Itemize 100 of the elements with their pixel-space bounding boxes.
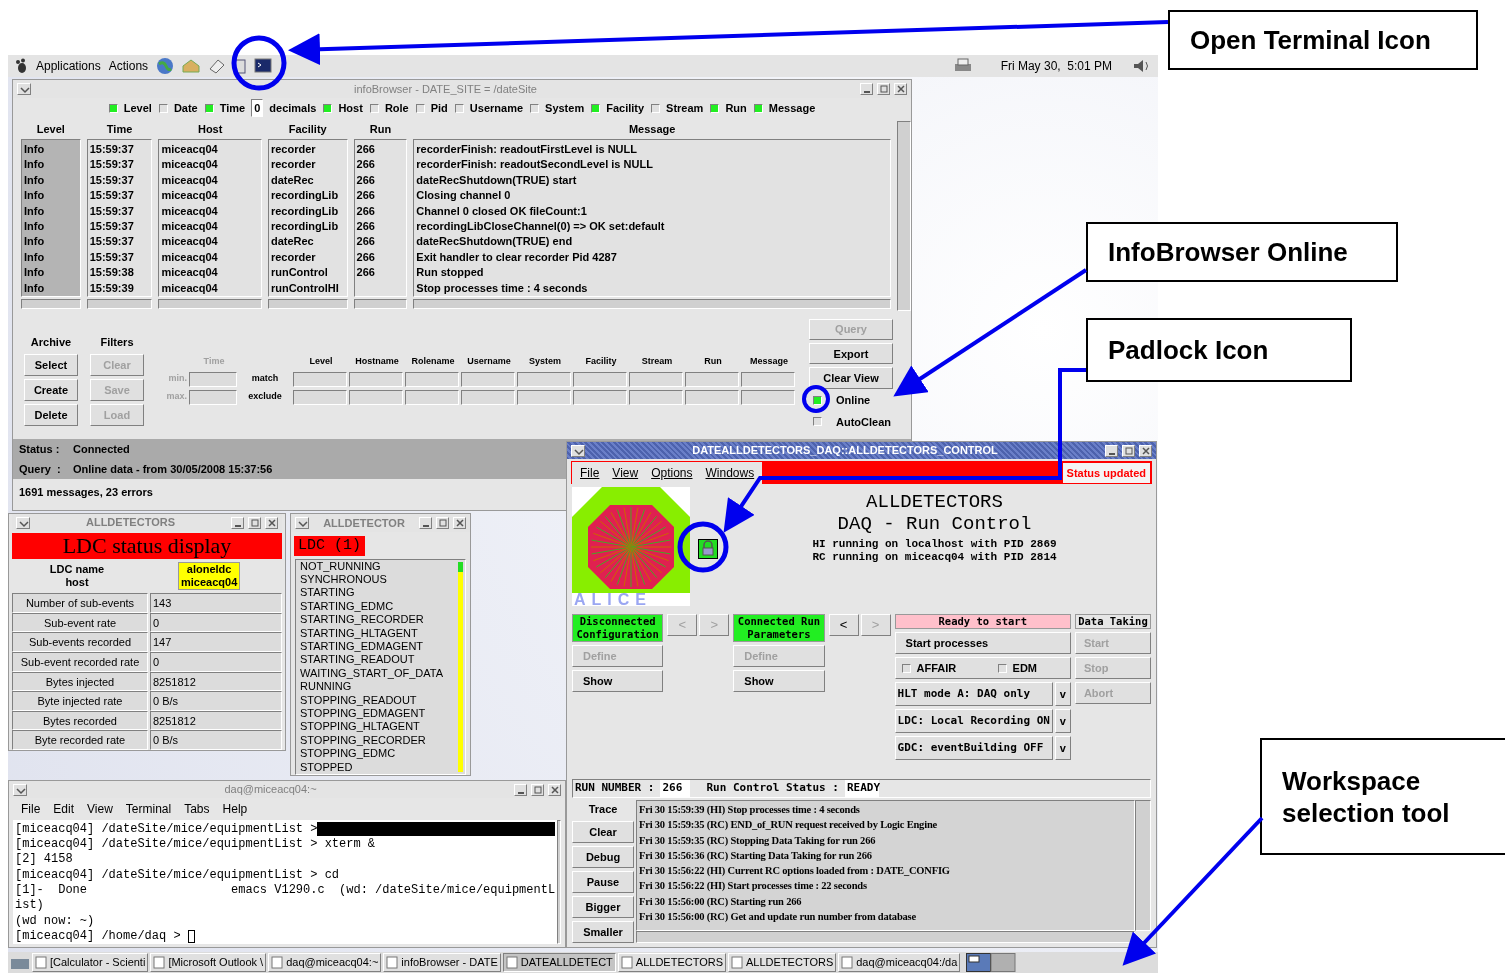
checkbox[interactable]	[158, 103, 168, 113]
button[interactable]: Clear	[572, 821, 634, 843]
decimals-field[interactable]: 0	[251, 98, 264, 118]
horizontal-scrollbar[interactable]	[353, 299, 408, 309]
input-field[interactable]	[517, 389, 571, 405]
menu-item[interactable]: File	[580, 463, 600, 482]
taskbar-button[interactable]: [Calculator - Scienti	[32, 953, 149, 972]
checkbox[interactable]	[204, 103, 214, 113]
minimize-icon[interactable]	[514, 783, 527, 796]
horizontal-scrollbar[interactable]	[21, 299, 81, 309]
menu-item[interactable]: Applications	[36, 57, 101, 75]
globe-icon[interactable]	[156, 57, 175, 75]
taskbar-button[interactable]: [Microsoft Outlook \	[150, 953, 267, 972]
checkbox[interactable]	[530, 103, 540, 113]
menu-item[interactable]: Terminal	[125, 800, 172, 818]
input-field[interactable]	[189, 371, 237, 387]
taskbar-button[interactable]: infoBrowser - DATE	[383, 953, 501, 972]
dropdown[interactable]: LDC: Local Recording ON	[894, 709, 1053, 734]
menu-item[interactable]: Tabs	[184, 800, 210, 818]
button[interactable]: Delete	[24, 404, 78, 426]
vertical-scrollbar[interactable]	[897, 121, 911, 311]
input-field[interactable]	[685, 389, 739, 405]
input-field[interactable]	[461, 371, 515, 387]
window-menu-icon[interactable]	[571, 444, 585, 457]
button[interactable]: Clear View	[809, 367, 893, 389]
input-field[interactable]	[629, 389, 683, 405]
taskbar-button[interactable]: DATEALLDETECT	[502, 953, 616, 972]
menu-item[interactable]: File	[21, 800, 41, 818]
input-field[interactable]	[629, 371, 683, 387]
menu-item[interactable]: View	[612, 463, 639, 482]
button[interactable]: Create	[24, 379, 78, 401]
taskbar-button[interactable]: ALLDETECTORS	[728, 953, 837, 972]
menu-item[interactable]: Options	[651, 463, 693, 482]
padlock-icon[interactable]	[698, 538, 718, 559]
checkbox[interactable]	[753, 103, 763, 113]
input-field[interactable]	[293, 371, 347, 387]
dropdown-button[interactable]: v	[1054, 736, 1071, 761]
checkbox[interactable]	[591, 103, 601, 113]
input-field[interactable]	[741, 371, 795, 387]
checkbox[interactable]	[108, 103, 118, 113]
menu-item[interactable]: Actions	[108, 57, 149, 75]
horizontal-scrollbar[interactable]	[86, 299, 153, 309]
column-header[interactable]: Level	[21, 121, 81, 139]
input-field[interactable]	[349, 389, 403, 405]
close-icon[interactable]	[453, 516, 466, 529]
vertical-scrollbar[interactable]	[1135, 800, 1151, 931]
input-field[interactable]	[189, 389, 237, 405]
minimize-icon[interactable]	[419, 516, 432, 529]
checkbox[interactable]	[454, 103, 464, 113]
maximize-icon[interactable]	[248, 516, 261, 529]
close-icon[interactable]	[1139, 444, 1152, 457]
input-field[interactable]	[461, 389, 515, 405]
button[interactable]: Pause	[572, 871, 634, 893]
minimize-icon[interactable]	[231, 516, 244, 529]
taskbar-button[interactable]: daq@miceacq04:~	[268, 953, 382, 972]
menu-item[interactable]: Windows	[705, 463, 755, 482]
button[interactable]: Bigger	[572, 896, 634, 918]
maximize-icon[interactable]	[1122, 444, 1135, 457]
taskbar-button[interactable]: ALLDETECTORS	[617, 953, 727, 972]
button[interactable]: Select	[24, 354, 78, 376]
maximize-icon[interactable]	[531, 783, 544, 796]
close-icon[interactable]	[894, 83, 907, 95]
menu-item[interactable]: View	[87, 800, 113, 818]
close-icon[interactable]	[265, 516, 278, 529]
column-header[interactable]: Run	[353, 121, 408, 139]
horizontal-scrollbar[interactable]	[267, 299, 348, 309]
input-field[interactable]	[405, 389, 459, 405]
horizontal-scrollbar[interactable]	[636, 931, 1135, 943]
workspace-switcher-icon[interactable]	[966, 953, 1017, 972]
dropdown[interactable]: GDC: eventBuilding OFF	[894, 736, 1053, 761]
button[interactable]: Export	[809, 343, 893, 365]
column-header[interactable]: Message	[413, 121, 892, 139]
dropdown-button[interactable]: v	[1054, 682, 1071, 707]
button[interactable]: Start processes	[894, 632, 1071, 655]
button[interactable]: Show	[572, 670, 664, 693]
dropdown[interactable]: HLT mode A: DAQ only	[894, 682, 1053, 707]
checkbox[interactable]	[813, 417, 822, 427]
foot-icon[interactable]	[14, 58, 28, 74]
horizontal-scrollbar[interactable]	[158, 299, 262, 309]
vertical-scrollbar[interactable]	[557, 819, 561, 944]
button[interactable]: Show	[733, 670, 825, 693]
close-icon[interactable]	[548, 783, 561, 796]
taskbar-button[interactable]: daq@miceacq04:/da	[838, 953, 961, 972]
checkbox[interactable]	[901, 663, 911, 673]
checkbox[interactable]	[369, 103, 379, 113]
window-menu-icon[interactable]	[16, 516, 30, 529]
horizontal-scrollbar[interactable]	[413, 299, 892, 309]
column-header[interactable]: Host	[158, 121, 262, 139]
button[interactable]: Debug	[572, 846, 634, 868]
button[interactable]: Smaller	[572, 921, 634, 943]
minimize-icon[interactable]	[1105, 444, 1118, 457]
checkbox[interactable]	[813, 396, 822, 406]
window-menu-icon[interactable]	[295, 516, 309, 529]
input-field[interactable]	[405, 371, 459, 387]
arrow-button[interactable]: <	[828, 614, 859, 637]
input-field[interactable]	[349, 371, 403, 387]
checkbox[interactable]	[323, 103, 333, 113]
checkbox[interactable]	[997, 663, 1007, 673]
input-field[interactable]	[573, 389, 627, 405]
checkbox[interactable]	[415, 103, 425, 113]
